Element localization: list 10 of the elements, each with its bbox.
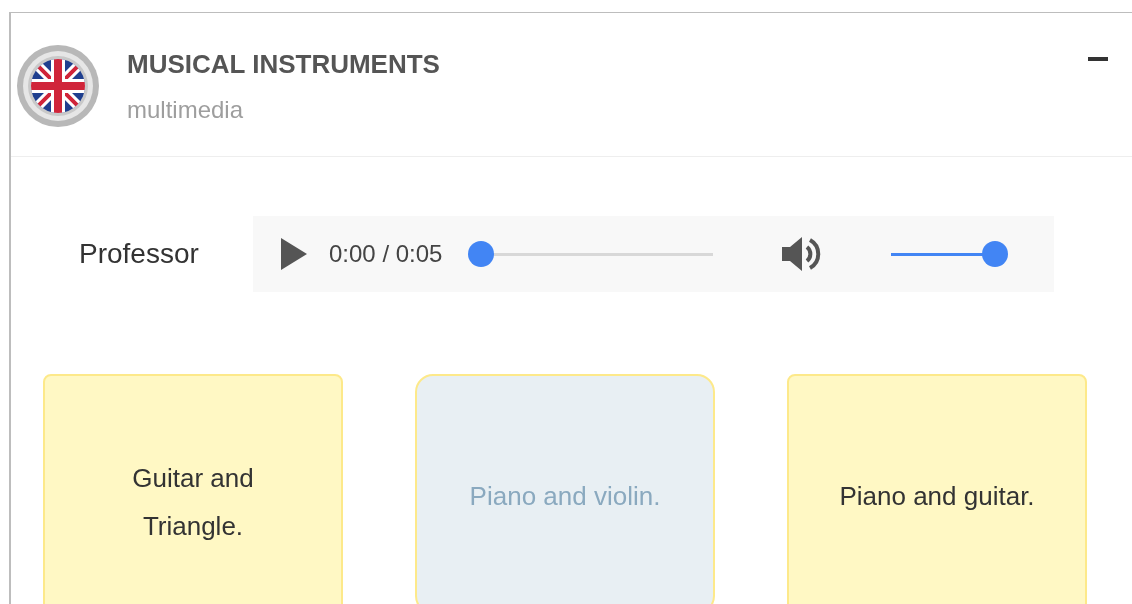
slider-thumb[interactable] [982, 241, 1009, 267]
audio-label: Professor [79, 237, 200, 271]
flag-icon [15, 43, 101, 129]
card-title: MUSICAL INSTRUMENTS [127, 48, 441, 81]
card-subtitle: multimedia [127, 95, 245, 125]
play-icon[interactable] [281, 238, 307, 270]
time-display: 0:00 / 0:05 [329, 239, 443, 269]
slider-thumb[interactable] [468, 241, 495, 267]
answer-option[interactable]: Guitar and Triangle. [43, 374, 343, 604]
answer-option[interactable]: Piano and guitar. [787, 374, 1087, 604]
